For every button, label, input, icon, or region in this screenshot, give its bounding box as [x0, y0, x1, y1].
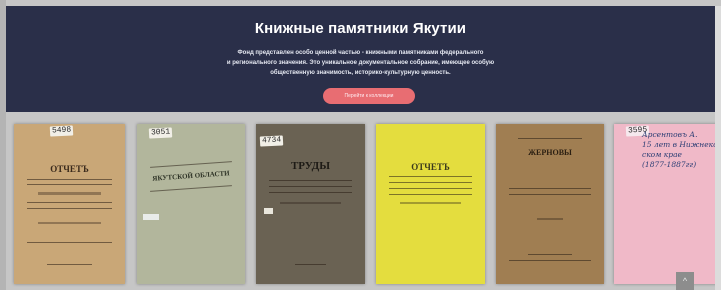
cover-text-line — [389, 182, 472, 183]
book-cover[interactable]: ОТЧЕТЪ — [376, 124, 485, 284]
cover-text-line — [389, 194, 472, 195]
inventory-stamp: 4734 — [259, 135, 284, 147]
cover-text-block — [399, 202, 462, 204]
inventory-stamp: 3051 — [148, 127, 173, 139]
book-cover[interactable]: 3051 ЯКУТСКОЙ ОБЛАСТИ — [137, 124, 245, 284]
cover-text-line — [528, 254, 572, 255]
cover-text-line — [389, 188, 472, 189]
page-edge — [715, 6, 721, 290]
cover-text-block — [279, 202, 342, 204]
cover-text-line — [150, 185, 232, 192]
cover-text-line — [269, 180, 352, 181]
banner-description-line: и регионального значения. Это уникальное… — [226, 60, 495, 66]
cover-text-line — [150, 161, 232, 168]
chevron-up-icon: ^ — [682, 276, 688, 286]
cover-text-line — [508, 194, 592, 195]
cover-text-line — [27, 179, 112, 180]
inventory-stamp: 5498 — [49, 125, 74, 137]
cover-text-block — [38, 222, 101, 224]
cover-text-line — [47, 264, 92, 265]
book-gallery: 5498 ОТЧЕТЪ 3051 ЯКУТСКОЙ ОБЛАСТИ 4734 Т… — [14, 124, 721, 290]
banner-description-line: Фонд представлен особо ценной частью - к… — [237, 50, 484, 56]
book-title: ЯКУТСКОЙ ОБЛАСТИ — [152, 169, 230, 183]
banner-title: Книжные памятники Якутии — [254, 20, 467, 37]
book-title: ЖЕРНОВЫ — [528, 148, 572, 157]
cover-text-line — [508, 260, 592, 261]
cover-text-block — [143, 214, 159, 220]
cover-text-block — [537, 218, 563, 220]
go-to-collection-button[interactable]: Перейти к коллекции — [323, 88, 415, 104]
book-title: ТРУДЫ — [290, 160, 331, 172]
banner-description: Фонд представлен особо ценной частью - к… — [6, 48, 715, 78]
book-title: ОТЧЕТЪ — [50, 164, 89, 174]
cover-text-line — [508, 188, 592, 189]
scroll-to-top-button[interactable]: ^ — [676, 272, 694, 290]
collection-banner: Книжные памятники Якутии Фонд представле… — [6, 6, 715, 112]
cover-text-line — [269, 192, 352, 193]
cover-text-line — [269, 186, 352, 187]
cover-text-block — [38, 192, 101, 195]
banner-description-line: общественную значимость, историко-культу… — [270, 70, 451, 76]
cover-text-line — [295, 264, 326, 265]
cover-text-line — [389, 176, 472, 177]
cover-text-line — [27, 202, 112, 203]
cover-text-line — [27, 208, 112, 209]
book-title: ОТЧЕТЪ — [411, 162, 450, 172]
cover-text-block — [264, 208, 273, 214]
book-cover[interactable]: 4734 ТРУДЫ — [256, 124, 365, 284]
cover-text-line — [27, 242, 112, 243]
book-cover[interactable]: 3595 Арсентовъ А. 15 лет в Нижнеколым- с… — [614, 124, 721, 284]
cover-text-line — [27, 184, 112, 185]
cover-text-line — [517, 138, 583, 139]
book-cover[interactable]: 5498 ОТЧЕТЪ — [14, 124, 125, 284]
handwritten-title: Арсентовъ А. 15 лет в Нижнеколым- ском к… — [642, 130, 721, 169]
book-cover[interactable]: ЖЕРНОВЫ — [496, 124, 604, 284]
